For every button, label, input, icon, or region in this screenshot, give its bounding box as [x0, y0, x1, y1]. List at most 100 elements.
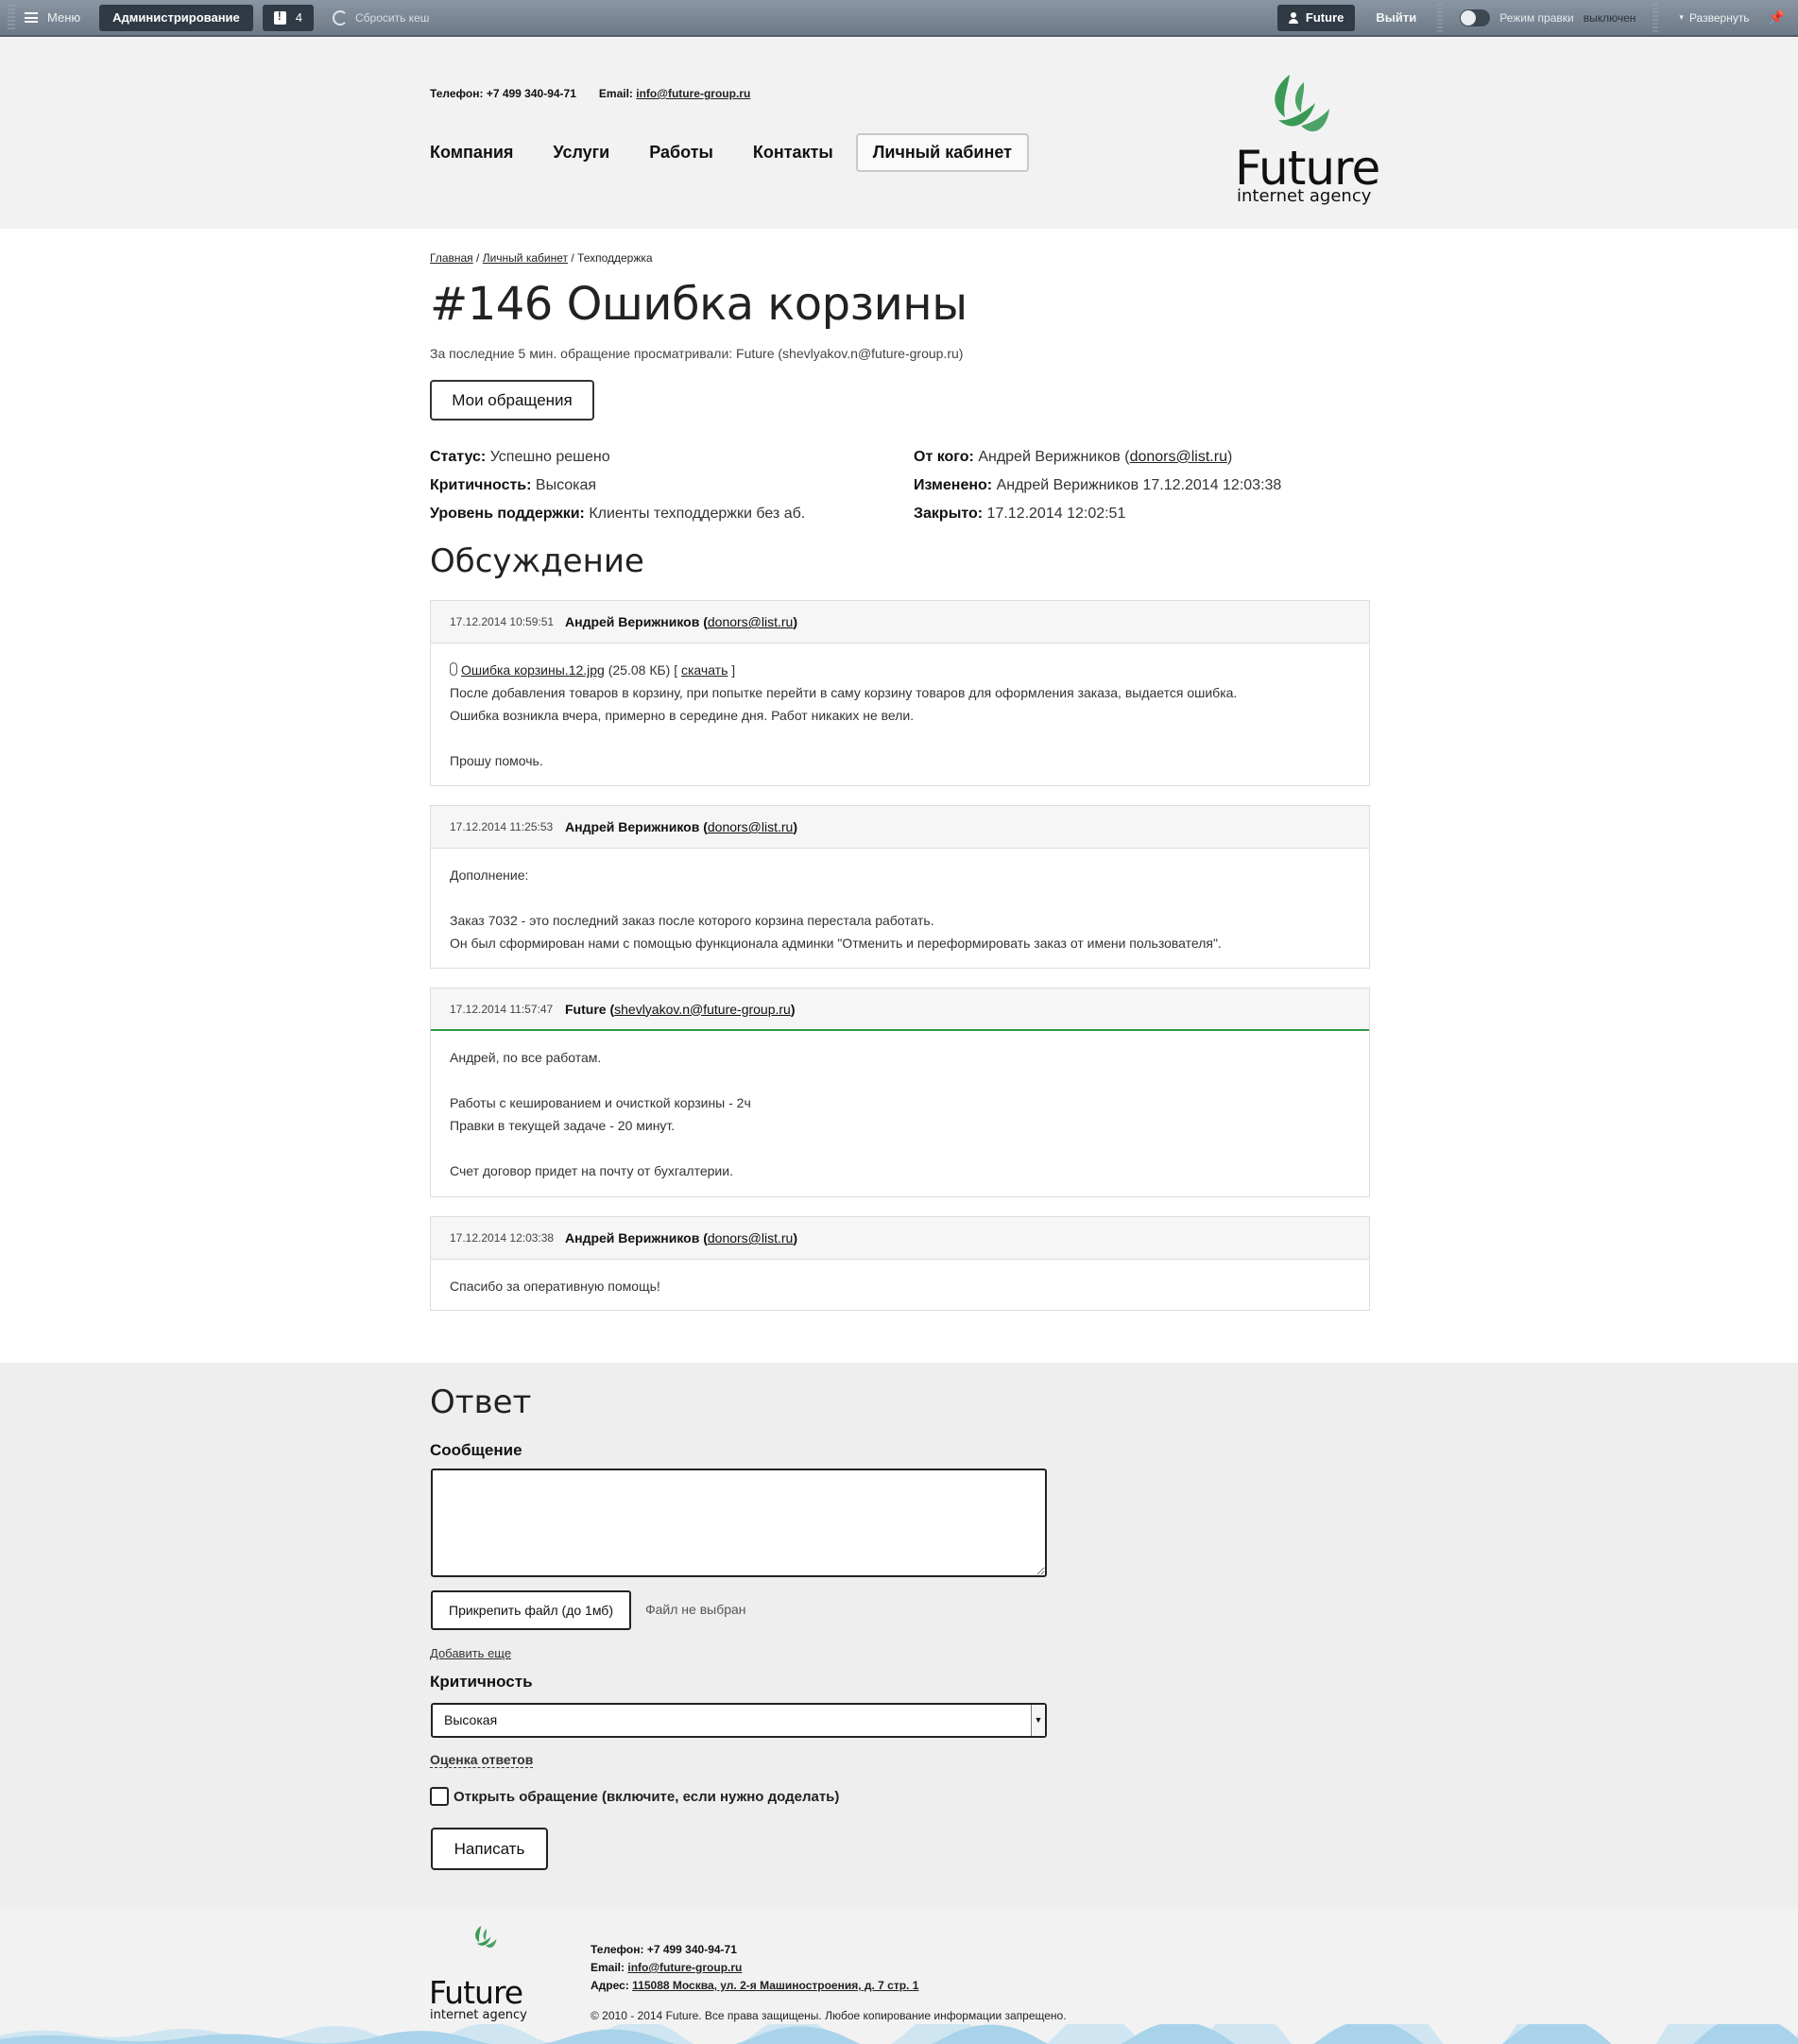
author-email-link[interactable]: donors@list.ru: [708, 819, 793, 834]
message-body: Дополнение: Заказ 7032 - это последний з…: [431, 849, 1369, 968]
priority-select-label: Критичность: [430, 1673, 533, 1691]
author-email-link[interactable]: shevlyakov.n@future-group.ru: [614, 1002, 791, 1017]
breadcrumb-cabinet[interactable]: Личный кабинет: [483, 251, 568, 265]
my-tickets-button[interactable]: Мои обращения: [430, 380, 594, 421]
logo-tagline: internet agency: [1237, 186, 1372, 206]
author-name: Андрей Верижников: [565, 614, 700, 629]
toggle-switch[interactable]: [1460, 9, 1491, 26]
priority-selected-value: Высокая: [444, 1712, 498, 1727]
nav-services[interactable]: Услуги: [553, 143, 609, 163]
recent-viewers: За последние 5 мин. обращение просматрив…: [430, 346, 964, 361]
message-date: 17.12.2014 10:59:51: [450, 615, 555, 628]
discussion-heading: Обсуждение: [430, 542, 644, 580]
attachment-link[interactable]: Ошибка корзины.12.jpg: [461, 662, 605, 678]
menu-button[interactable]: Меню: [15, 10, 94, 25]
rating-link[interactable]: Оценка ответов: [430, 1752, 534, 1768]
reopen-checkbox[interactable]: [430, 1787, 449, 1806]
author-email-link[interactable]: donors@list.ru: [708, 1230, 793, 1245]
discussion-message: 17.12.2014 11:25:53 Андрей Верижников (d…: [430, 805, 1370, 969]
message-author: Андрей Верижников (donors@list.ru): [565, 1230, 798, 1245]
author-email-link[interactable]: donors@list.ru: [708, 614, 793, 629]
email-link[interactable]: info@future-group.ru: [636, 87, 750, 100]
from-email-link[interactable]: donors@list.ru: [1130, 449, 1227, 465]
user-label: Future: [1305, 10, 1344, 25]
submit-button[interactable]: Написать: [431, 1828, 548, 1870]
toolbar-separator: [1437, 3, 1444, 32]
pin-icon[interactable]: 📌: [1761, 9, 1798, 26]
edit-mode-state: выключен: [1583, 10, 1636, 25]
no-file-text: Файл не выбран: [645, 1602, 746, 1617]
message-line: Работы с кешированием и очисткой корзины…: [450, 1095, 751, 1110]
support-level-value: Клиенты техподдержки без аб.: [589, 506, 806, 522]
expand-button[interactable]: ▾ Развернуть: [1658, 11, 1760, 25]
notification-icon: [273, 9, 286, 25]
discussion-message: 17.12.2014 10:59:51 Андрей Верижников (d…: [430, 600, 1370, 786]
notifications-button[interactable]: 4: [262, 4, 315, 31]
message-line: Заказ 7032 - это последний заказ после к…: [450, 913, 934, 928]
modified-value: Андрей Верижников 17.12.2014 12:03:38: [996, 477, 1282, 493]
footer-address-link[interactable]: 115088 Москва, ул. 2-я Машиностроения, д…: [632, 1979, 918, 1992]
message-textarea[interactable]: [431, 1469, 1047, 1577]
message-body: Ошибка корзины.12.jpg (25.08 КБ) [ скача…: [431, 644, 1369, 785]
reset-cache-label: Сбросить кеш: [355, 10, 430, 25]
reply-heading: Ответ: [430, 1383, 532, 1421]
footer-email-link[interactable]: info@future-group.ru: [627, 1961, 742, 1974]
add-more-link[interactable]: Добавить еще: [430, 1646, 511, 1660]
footer-waves-decoration: [0, 2024, 1798, 2044]
author-name: Андрей Верижников: [565, 819, 700, 834]
edit-mode-toggle[interactable]: Режим правки выключен: [1443, 9, 1652, 26]
from-row: От кого: Андрей Верижников (donors@list.…: [914, 443, 1281, 472]
personal-cabinet-button[interactable]: Личный кабинет: [855, 133, 1029, 172]
support-level-label: Уровень поддержки:: [430, 506, 585, 522]
dropdown-arrow-icon[interactable]: ▼: [1031, 1705, 1045, 1736]
breadcrumb-separator: /: [571, 251, 574, 265]
footer-logo-icon[interactable]: [459, 1922, 514, 1977]
notifications-count: 4: [295, 10, 303, 25]
nav-works[interactable]: Работы: [649, 143, 713, 163]
reopen-checkbox-row[interactable]: Открыть обращение (включите, если нужно …: [430, 1787, 839, 1806]
phone-label: Телефон:: [430, 87, 484, 100]
email-label: Email:: [598, 87, 633, 100]
page-title: #146 Ошибка корзины: [430, 278, 967, 331]
download-link[interactable]: скачать: [681, 662, 728, 678]
breadcrumb: Главная / Личный кабинет / Техподдержка: [430, 251, 653, 265]
closed-row: Закрыто: 17.12.2014 12:02:51: [914, 500, 1281, 528]
footer-logo-tagline: internet agency: [430, 2008, 527, 2022]
reset-cache-button[interactable]: Сбросить кеш: [333, 9, 430, 26]
phone-value: +7 499 340-94-71: [486, 87, 576, 100]
nav-company[interactable]: Компания: [430, 143, 513, 163]
message-date: 17.12.2014 12:03:38: [450, 1231, 555, 1245]
logout-button[interactable]: Выйти: [1355, 10, 1437, 25]
status-row: Статус: Успешно решено: [430, 443, 805, 472]
breadcrumb-home[interactable]: Главная: [430, 251, 473, 265]
priority-select[interactable]: Высокая ▼: [431, 1703, 1047, 1738]
attach-file-button[interactable]: Прикрепить файл (до 1мб): [431, 1590, 631, 1630]
author-name: Future: [565, 1001, 607, 1017]
copyright: © 2010 - 2014 Future. Все права защищены…: [591, 2009, 1067, 2022]
administration-button[interactable]: Администрирование: [99, 4, 253, 31]
user-button[interactable]: Future: [1276, 4, 1356, 31]
priority-label: Критичность:: [430, 477, 532, 493]
footer-phone-value: +7 499 340-94-71: [646, 1943, 737, 1956]
status-value: Успешно решено: [489, 449, 610, 465]
message-line: Спасибо за оперативную помощь!: [450, 1279, 660, 1294]
message-body: Спасибо за оперативную помощь!: [431, 1260, 1369, 1311]
message-author: Future (shevlyakov.n@future-group.ru): [565, 1001, 796, 1017]
message-header: 17.12.2014 10:59:51 Андрей Верижников (d…: [431, 601, 1369, 644]
nav-contacts[interactable]: Контакты: [753, 143, 833, 163]
footer-phone-label: Телефон:: [591, 1943, 644, 1956]
attachment-size: (25.08 КБ): [608, 662, 671, 678]
user-icon: [1288, 11, 1298, 24]
toolbar-right: Future Выйти Режим правки выключен ▾ Раз…: [1276, 0, 1798, 35]
message-line: Ошибка возникла вчера, примерно в середи…: [450, 708, 915, 723]
status-label: Статус:: [430, 449, 487, 465]
paperclip-icon: [450, 662, 457, 676]
chevron-down-icon: ▾: [1679, 12, 1684, 22]
edit-mode-label: Режим правки: [1499, 10, 1574, 25]
message-line: После добавления товаров в корзину, при …: [450, 685, 1238, 700]
ticket-meta-left: Статус: Успешно решено Критичность: Высо…: [430, 443, 805, 528]
header-email: Email: info@future-group.ru: [599, 87, 750, 100]
priority-row: Критичность: Высокая: [430, 472, 805, 500]
refresh-icon: [333, 9, 349, 26]
message-author: Андрей Верижников (donors@list.ru): [565, 819, 798, 834]
